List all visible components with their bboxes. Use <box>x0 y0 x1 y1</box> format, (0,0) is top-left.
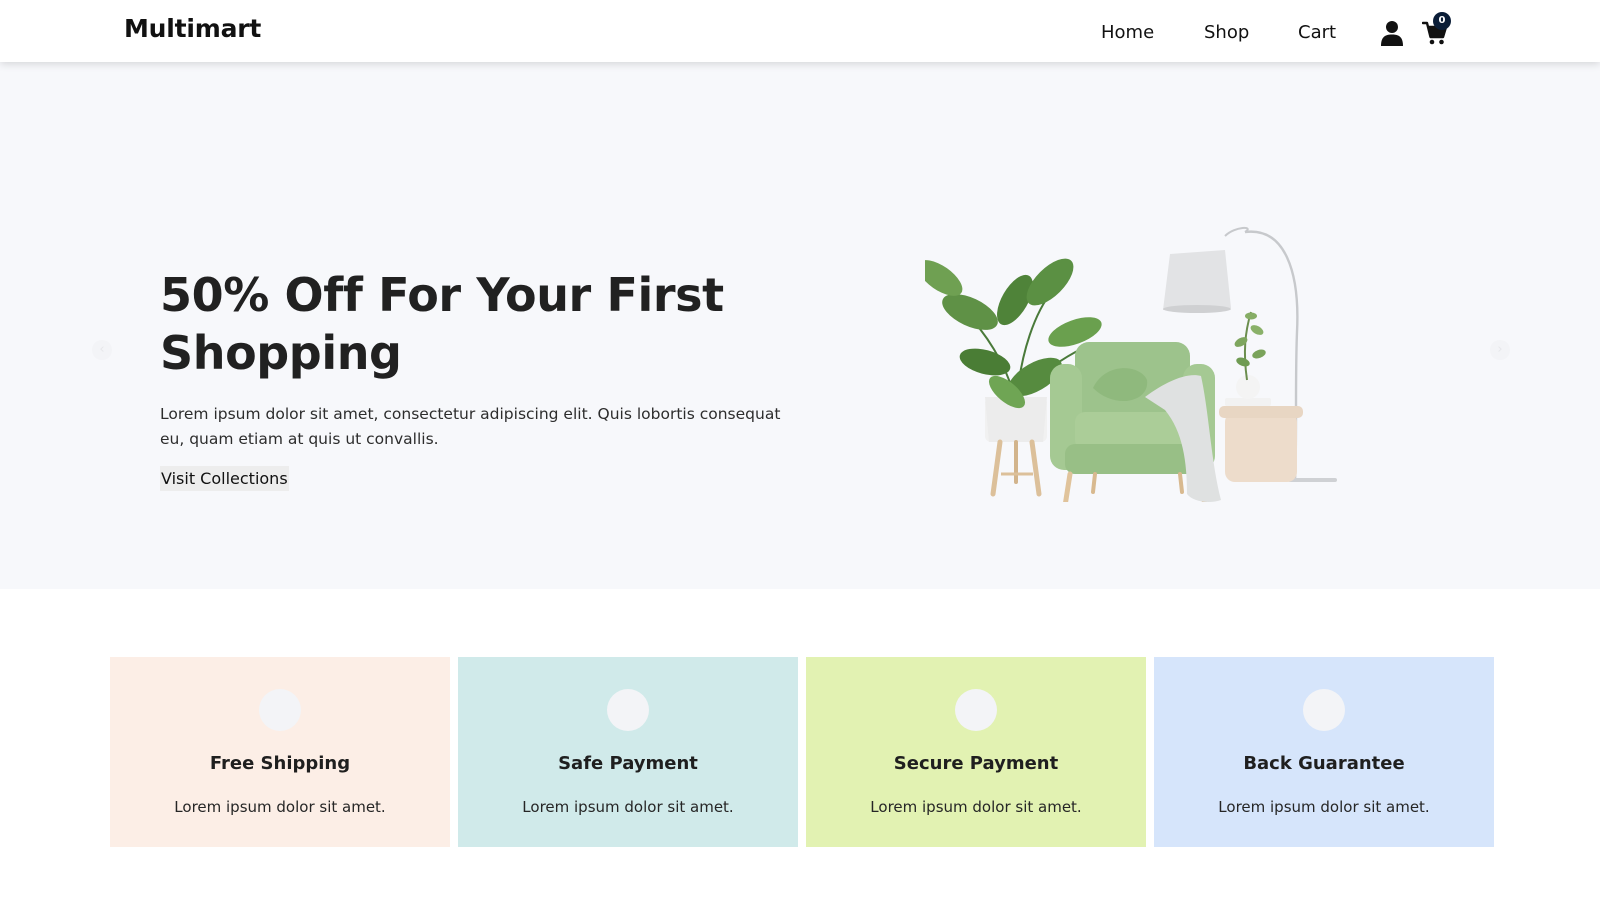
hero-description: Lorem ipsum dolor sit amet, consectetur … <box>160 405 781 448</box>
hero-title: 50% Off For Your First Shopping <box>160 268 724 380</box>
payment-icon <box>607 689 649 731</box>
nav-link-home[interactable]: Home <box>1101 22 1154 43</box>
chevron-right-icon[interactable]: › <box>1490 340 1510 360</box>
service-card-free-shipping: Free Shipping Lorem ipsum dolor sit amet… <box>110 657 450 847</box>
services-section: Free Shipping Lorem ipsum dolor sit amet… <box>110 657 1494 847</box>
service-card-secure-payment: Secure Payment Lorem ipsum dolor sit ame… <box>806 657 1146 847</box>
service-description: Lorem ipsum dolor sit amet. <box>174 798 386 816</box>
secure-payment-icon <box>955 689 997 731</box>
service-description: Lorem ipsum dolor sit amet. <box>1218 798 1430 816</box>
chevron-left-icon[interactable]: ‹ <box>92 340 112 360</box>
hero-section: ‹ › 50% Off For Your First Shopping Lore… <box>0 62 1600 589</box>
user-icon[interactable] <box>1381 20 1403 46</box>
service-title: Back Guarantee <box>1243 753 1405 774</box>
nav-link-shop[interactable]: Shop <box>1204 22 1249 43</box>
service-title: Free Shipping <box>209 753 351 774</box>
guarantee-icon <box>1303 689 1345 731</box>
service-card-back-guarantee: Back Guarantee Lorem ipsum dolor sit ame… <box>1154 657 1494 847</box>
hero-image-armchair <box>925 226 1337 502</box>
cart-count-badge: 0 <box>1433 12 1451 30</box>
service-description: Lorem ipsum dolor sit amet. <box>522 798 734 816</box>
navbar: Multimart Home Shop Cart 0 <box>0 0 1600 62</box>
shipping-icon <box>259 689 301 731</box>
service-description: Lorem ipsum dolor sit amet. <box>870 798 1082 816</box>
service-title: Secure Payment <box>893 753 1059 774</box>
visit-collections-button[interactable]: Visit Collections <box>160 466 289 491</box>
brand-logo[interactable]: Multimart <box>124 14 261 43</box>
nav-link-cart[interactable]: Cart <box>1298 22 1336 43</box>
service-card-safe-payment: Safe Payment Lorem ipsum dolor sit amet. <box>458 657 798 847</box>
service-title: Safe Payment <box>558 753 698 774</box>
